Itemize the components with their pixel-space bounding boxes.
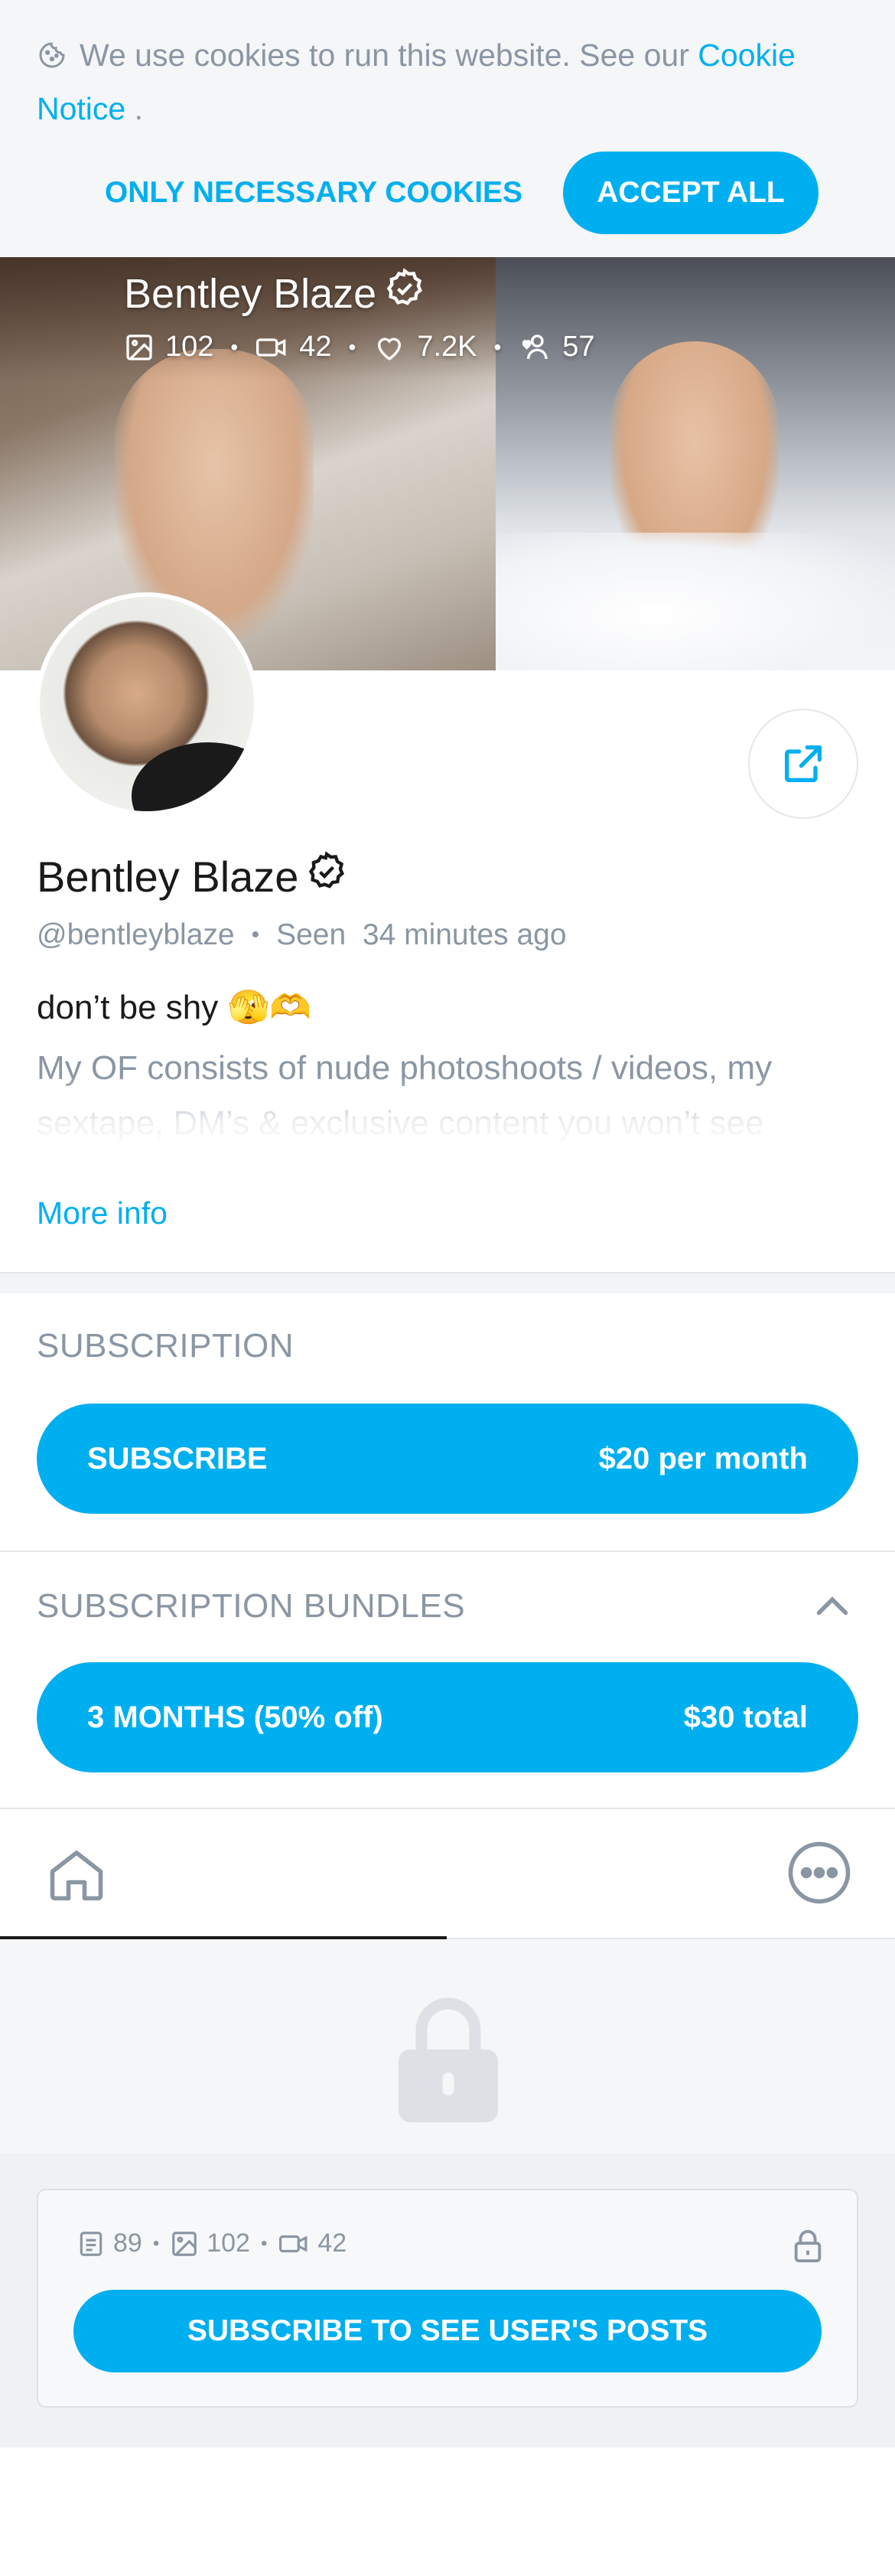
videos-count: 42 [317, 2229, 347, 2258]
videos-stat: 42 [255, 331, 332, 364]
locked-posts-area: 89 • 102 • 42 SUBSCRIBE TO SEE USER'S PO… [0, 1939, 895, 2447]
cover-stats: 102 • 42 • 7.2K • 57 [124, 331, 595, 364]
bio-text: My OF consists of nude photoshoots / vid… [37, 1049, 773, 1142]
share-icon [785, 745, 822, 782]
chevron-up-icon[interactable] [809, 1584, 855, 1630]
photos-stat: 102 [124, 331, 213, 364]
more-info-link[interactable]: More info [37, 1195, 168, 1231]
cookie-notice-text: We use cookies to run this website. See … [37, 31, 848, 133]
stat-separator: • [493, 334, 502, 359]
cookie-icon [37, 35, 67, 84]
bundle-3-months-button[interactable]: 3 MONTHS (50% off) $30 total [37, 1662, 858, 1772]
subscribe-to-see-posts-button[interactable]: SUBSCRIBE TO SEE USER'S POSTS [73, 2290, 822, 2372]
heart-icon [378, 337, 402, 360]
bio-container: My OF consists of nude photoshoots / vid… [37, 1041, 863, 1156]
cover-photo-right [496, 257, 895, 670]
verified-icon [304, 849, 349, 904]
avatar[interactable] [35, 592, 259, 816]
bundles-title: SUBSCRIPTION BUNDLES [37, 1587, 466, 1625]
tab-home[interactable] [0, 1809, 447, 1939]
photos-count: 102 [207, 2229, 250, 2258]
fans-icon [522, 334, 548, 359]
likes-stat: 7.2K [373, 331, 477, 364]
stat-separator: • [348, 334, 356, 359]
accept-all-cookies-button[interactable]: ACCEPT ALL [563, 152, 819, 234]
lock-icon [399, 1997, 498, 2122]
small-lock-icon [794, 2229, 822, 2263]
videos-stat: 42 [278, 2229, 347, 2258]
video-icon [256, 337, 286, 357]
fans-count: 57 [562, 331, 595, 363]
bio-first-line: don’t be shy 🫣🫶 [37, 989, 312, 1026]
bundle-price: $30 total [683, 1700, 808, 1734]
image-icon [126, 334, 152, 360]
share-button[interactable] [748, 709, 858, 819]
verified-icon [382, 266, 427, 321]
divider [0, 1550, 895, 1552]
subscribe-price: $20 per month [598, 1441, 808, 1475]
post-icon [80, 2231, 103, 2256]
posts-count: 89 [113, 2229, 142, 2258]
likes-count: 7.2K [417, 331, 477, 363]
cover-name: Bentley Blaze [124, 270, 377, 317]
cookie-banner: We use cookies to run this website. See … [0, 0, 895, 257]
seen-label: Seen [276, 918, 347, 951]
videos-count: 42 [299, 331, 332, 363]
profile-name: Bentley Blaze [37, 853, 299, 901]
more-options-icon[interactable] [785, 1838, 854, 1907]
cover-title: Bentley Blaze [124, 266, 427, 321]
profile-handle: @bentleyblaze [37, 918, 235, 951]
cookie-suffix: . [134, 91, 144, 126]
posts-stat: 89 [76, 2229, 142, 2258]
handle-line: @bentleyblaze • Seen 34 minutes ago [37, 918, 567, 952]
home-icon [50, 1850, 103, 1901]
stat-separator: • [260, 2232, 268, 2254]
subscribe-label: SUBSCRIBE [87, 1441, 268, 1475]
photos-stat: 102 [170, 2229, 250, 2258]
photos-count: 102 [165, 331, 214, 363]
only-necessary-cookies-button[interactable]: ONLY NECESSARY COOKIES [92, 153, 535, 233]
subscribe-button[interactable]: SUBSCRIBE $20 per month [37, 1404, 858, 1514]
stat-separator: • [230, 334, 239, 359]
profile-name-row: Bentley Blaze [37, 849, 349, 904]
profile-tabs [0, 1809, 895, 1939]
post-counts: 89 • 102 • 42 [76, 2229, 347, 2258]
stat-separator: • [152, 2232, 160, 2254]
subscription-title: SUBSCRIPTION [37, 1327, 295, 1365]
locked-posts-card: 89 • 102 • 42 SUBSCRIBE TO SEE USER'S PO… [37, 2189, 858, 2408]
bundle-label: 3 MONTHS (50% off) [87, 1700, 383, 1734]
seen-time: 34 minutes ago [362, 918, 567, 951]
video-icon [279, 2235, 308, 2252]
handle-separator: • [251, 922, 260, 947]
cookie-text: We use cookies to run this website. See … [80, 37, 689, 73]
section-gap [0, 1272, 895, 1293]
image-icon [172, 2231, 197, 2256]
fans-stat: 57 [518, 331, 595, 364]
